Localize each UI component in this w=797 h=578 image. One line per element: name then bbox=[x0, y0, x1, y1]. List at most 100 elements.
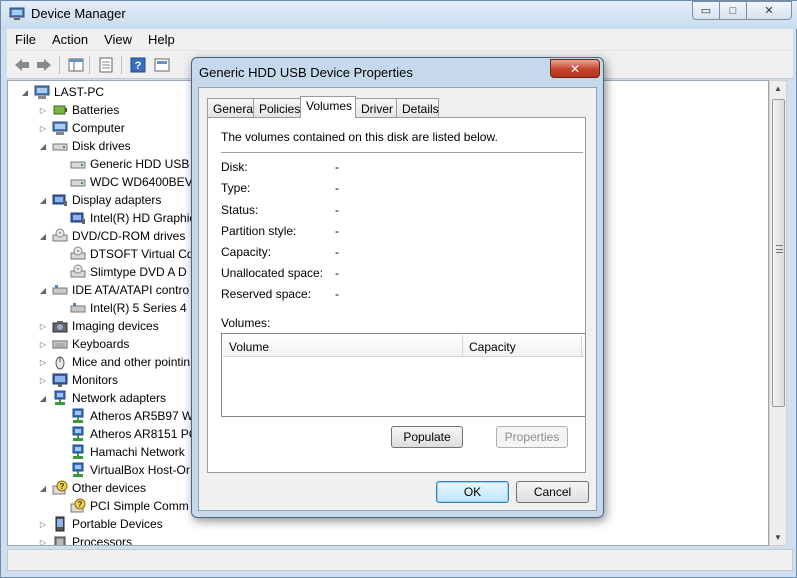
menu-view[interactable]: View bbox=[96, 32, 140, 47]
expand-arrow-icon[interactable]: ▷ bbox=[38, 375, 48, 385]
tree-item[interactable]: ◢? Other devices bbox=[38, 479, 146, 497]
dialog-close-button[interactable]: ✕ bbox=[550, 59, 600, 78]
volume-properties-button[interactable]: Properties bbox=[496, 426, 568, 448]
populate-button[interactable]: Populate bbox=[391, 426, 463, 448]
tree-item[interactable]: Slimtype DVD A D bbox=[56, 263, 187, 281]
expand-arrow-icon[interactable]: ▷ bbox=[38, 537, 48, 546]
tree-item-label: Slimtype DVD A D bbox=[90, 265, 187, 279]
tab-details[interactable]: Details bbox=[396, 98, 439, 117]
collapse-arrow-icon[interactable]: ◢ bbox=[20, 87, 30, 97]
dvd-drive-icon bbox=[52, 228, 68, 242]
show-hide-console-tree-button[interactable] bbox=[67, 56, 85, 74]
help-button[interactable]: ? bbox=[129, 56, 147, 74]
scroll-up-arrow-icon[interactable]: ▲ bbox=[774, 84, 782, 93]
column-header-capacity[interactable]: Capacity bbox=[469, 340, 516, 354]
ok-button[interactable]: OK bbox=[436, 481, 509, 503]
disk-drive-icon bbox=[52, 143, 68, 151]
tree-item-label: DVD/CD-ROM drives bbox=[72, 229, 186, 243]
maximize-button[interactable]: □ bbox=[719, 1, 747, 20]
tree-item[interactable]: ◢ Display adapters bbox=[38, 191, 161, 209]
tree-item-label: Generic HDD USB D bbox=[90, 157, 202, 171]
network-adapter-icon bbox=[72, 462, 84, 477]
tree-item[interactable]: Intel(R) HD Graphic bbox=[56, 209, 195, 227]
tree-item-label: Atheros AR5B97 Wi bbox=[90, 409, 197, 423]
type-label: Type: bbox=[221, 181, 251, 195]
collapse-arrow-icon[interactable]: ◢ bbox=[38, 141, 48, 151]
tree-item[interactable]: ▷ Batteries bbox=[38, 101, 119, 119]
help-icon: ? bbox=[130, 57, 146, 73]
expand-arrow-icon[interactable]: ▷ bbox=[38, 321, 48, 331]
collapse-arrow-icon[interactable]: ◢ bbox=[38, 285, 48, 295]
back-arrow-icon bbox=[15, 59, 29, 71]
tree-item[interactable]: ? PCI Simple Comm bbox=[56, 497, 189, 515]
tree-item[interactable]: DTSOFT Virtual Cd bbox=[56, 245, 194, 263]
tree-item[interactable]: ▷ Monitors bbox=[38, 371, 118, 389]
unallocated-space-value: - bbox=[335, 266, 339, 280]
tree-item-label: Atheros AR8151 PC bbox=[90, 427, 198, 441]
details-pane-button[interactable] bbox=[153, 56, 171, 74]
tree-item-label: Monitors bbox=[72, 373, 119, 387]
expand-arrow-icon[interactable]: ▷ bbox=[38, 105, 48, 115]
back-button[interactable] bbox=[13, 56, 31, 74]
menu-file[interactable]: File bbox=[7, 32, 44, 47]
minimize-button[interactable]: ▭ bbox=[692, 1, 720, 20]
tree-item[interactable]: ▷ Keyboards bbox=[38, 335, 129, 353]
network-adapter-icon bbox=[72, 444, 84, 459]
tree-item[interactable]: ◢ IDE ATA/ATAPI contro bbox=[38, 281, 189, 299]
tree-root[interactable]: ◢ LAST-PC bbox=[20, 83, 104, 101]
collapse-arrow-icon[interactable]: ◢ bbox=[38, 195, 48, 205]
expand-arrow-icon[interactable]: ▷ bbox=[38, 339, 48, 349]
tab-volumes[interactable]: Volumes bbox=[300, 96, 356, 118]
maximize-icon: □ bbox=[729, 4, 737, 17]
tree-item[interactable]: ▷ Portable Devices bbox=[38, 515, 163, 533]
tree-item[interactable]: Atheros AR8151 PC bbox=[56, 425, 197, 443]
tree-item[interactable]: WDC WD6400BEVT bbox=[56, 173, 200, 191]
tree-item[interactable]: ◢ Network adapters bbox=[38, 389, 166, 407]
collapse-arrow-icon[interactable]: ◢ bbox=[38, 483, 48, 493]
minimize-icon: ▭ bbox=[700, 5, 712, 17]
display-adapter-icon bbox=[70, 212, 85, 224]
properties-button[interactable] bbox=[97, 56, 115, 74]
scroll-down-arrow-icon[interactable]: ▼ bbox=[774, 533, 782, 542]
tree-item-label: Computer bbox=[72, 121, 125, 135]
partition-style-label: Partition style: bbox=[221, 224, 297, 238]
tree-vertical-scrollbar[interactable]: ▲ ▼ bbox=[769, 80, 787, 546]
scroll-thumb[interactable] bbox=[772, 99, 785, 407]
tree-item[interactable]: VirtualBox Host-Or bbox=[56, 461, 190, 479]
keyboard-icon bbox=[52, 340, 68, 349]
tab-driver[interactable]: Driver bbox=[355, 98, 397, 117]
tree-item[interactable]: Hamachi Network bbox=[56, 443, 185, 461]
cancel-button[interactable]: Cancel bbox=[516, 481, 589, 503]
dvd-drive-icon bbox=[70, 246, 86, 260]
menu-action[interactable]: Action bbox=[44, 32, 96, 47]
expand-arrow-icon[interactable]: ▷ bbox=[38, 123, 48, 133]
menu-help[interactable]: Help bbox=[140, 32, 183, 47]
forward-arrow-icon bbox=[37, 59, 51, 71]
expand-arrow-icon[interactable]: ▷ bbox=[38, 519, 48, 529]
disk-drive-icon bbox=[70, 161, 86, 169]
collapse-arrow-icon[interactable]: ◢ bbox=[38, 231, 48, 241]
tree-item[interactable]: ▷ Computer bbox=[38, 119, 125, 137]
tab-general[interactable]: General bbox=[207, 98, 256, 117]
tab-policies[interactable]: Policies bbox=[253, 98, 301, 117]
tree-item[interactable]: Intel(R) 5 Series 4 P bbox=[56, 299, 198, 317]
tree-item[interactable]: ◢ DVD/CD-ROM drives bbox=[38, 227, 185, 245]
unallocated-space-label: Unallocated space: bbox=[221, 266, 324, 280]
tree-item[interactable]: ▷ Processors bbox=[38, 533, 132, 546]
forward-button[interactable] bbox=[35, 56, 53, 74]
volumes-list[interactable]: Volume Capacity bbox=[221, 333, 586, 417]
network-adapter-icon bbox=[72, 408, 84, 423]
tree-item[interactable]: ▷ Mice and other pointin bbox=[38, 353, 190, 371]
tree-item[interactable]: ◢ Disk drives bbox=[38, 137, 131, 155]
expand-arrow-icon[interactable]: ▷ bbox=[38, 357, 48, 367]
collapse-arrow-icon[interactable]: ◢ bbox=[38, 393, 48, 403]
column-header-volume[interactable]: Volume bbox=[229, 340, 269, 354]
tree-item[interactable]: Atheros AR5B97 Wi bbox=[56, 407, 196, 425]
title-bar[interactable]: Device Manager ▭ □ ✕ bbox=[1, 1, 797, 29]
tree-item[interactable]: ▷ Imaging devices bbox=[38, 317, 159, 335]
details-pane-icon bbox=[154, 58, 170, 72]
close-button[interactable]: ✕ bbox=[746, 1, 792, 20]
tree-item[interactable]: Generic HDD USB D bbox=[56, 155, 201, 173]
